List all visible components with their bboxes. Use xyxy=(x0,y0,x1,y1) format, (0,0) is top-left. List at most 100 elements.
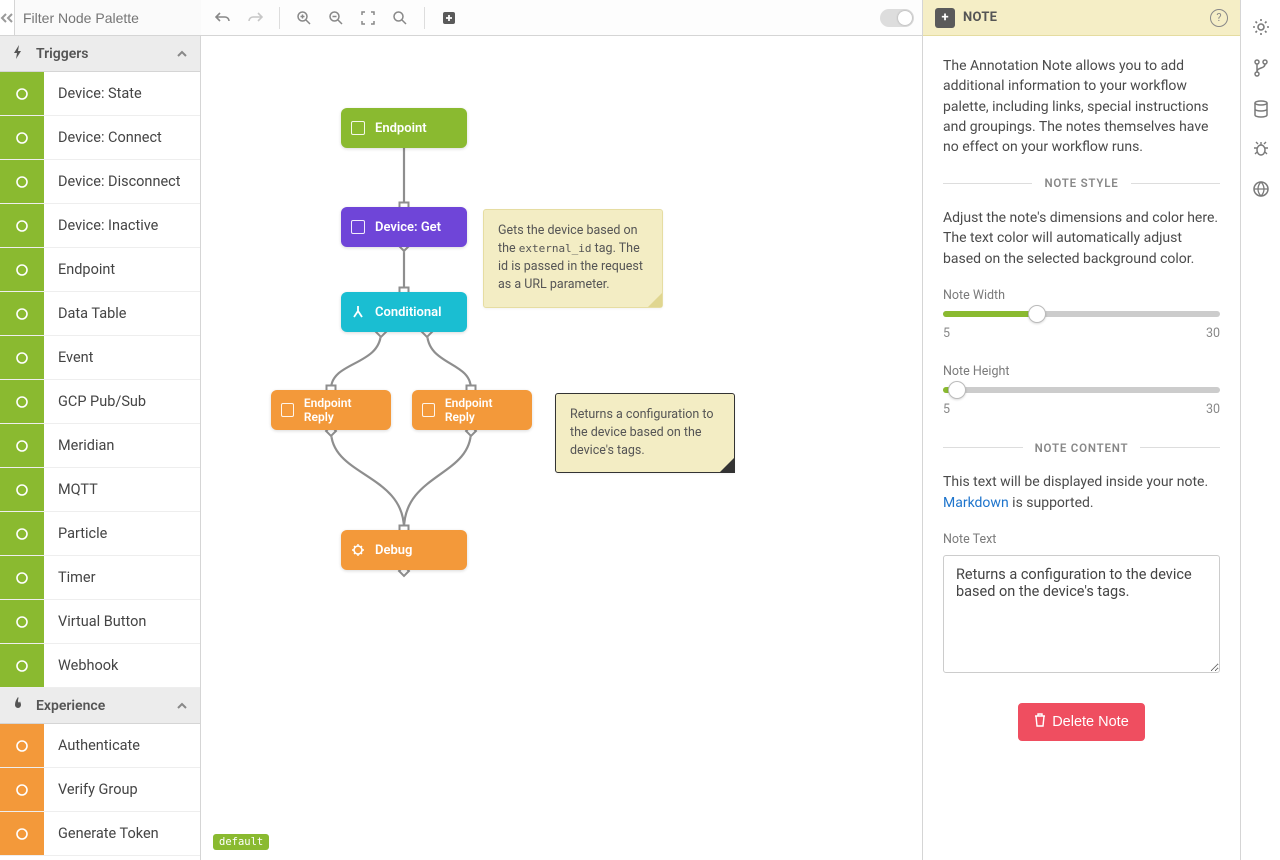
note-height-slider[interactable] xyxy=(943,387,1220,393)
delete-note-button[interactable]: Delete Note xyxy=(1018,703,1145,741)
palette-item-label: Endpoint xyxy=(44,248,129,291)
palette-item-icon xyxy=(0,380,44,423)
node-label: Device: Get xyxy=(375,220,441,235)
redo-button[interactable] xyxy=(241,4,269,32)
node-endpoint-reply-left[interactable]: Endpoint Reply xyxy=(271,390,391,430)
globe-icon[interactable] xyxy=(1252,180,1270,203)
markdown-link[interactable]: Markdown xyxy=(943,495,1009,511)
section-label: Experience xyxy=(36,698,105,714)
sticky-note-device[interactable]: Gets the device based on the external_id… xyxy=(483,209,663,308)
palette-item-icon xyxy=(0,724,44,767)
palette-item-icon xyxy=(0,292,44,335)
palette-item-label: Device: Disconnect xyxy=(44,160,194,203)
palette-item[interactable]: Authenticate xyxy=(0,724,200,768)
palette-item[interactable]: Event xyxy=(0,336,200,380)
node-conditional[interactable]: Conditional xyxy=(341,292,467,332)
palette-item-label: MQTT xyxy=(44,468,112,511)
node-label: Endpoint Reply xyxy=(304,396,377,424)
palette-item-label: Webhook xyxy=(44,644,132,687)
palette-item[interactable]: Meridian xyxy=(0,424,200,468)
node-label: Conditional xyxy=(375,305,442,320)
properties-panel: + NOTE ? The Annotation Note allows you … xyxy=(922,0,1240,860)
node-endpoint-reply-right[interactable]: Endpoint Reply xyxy=(412,390,532,430)
palette-item-icon xyxy=(0,204,44,247)
palette-item[interactable]: GCP Pub/Sub xyxy=(0,380,200,424)
palette-item-label: Particle xyxy=(44,512,121,555)
canvas-toggle[interactable] xyxy=(880,9,914,27)
undo-button[interactable] xyxy=(209,4,237,32)
node-endpoint[interactable]: Endpoint xyxy=(341,108,467,148)
help-button[interactable]: ? xyxy=(1210,9,1228,27)
palette-item-icon xyxy=(0,812,44,855)
section-heading: NOTE CONTENT xyxy=(1023,440,1141,457)
default-badge: default xyxy=(213,834,269,850)
node-debug[interactable]: Debug xyxy=(341,530,467,570)
palette-item[interactable]: Device: State xyxy=(0,72,200,116)
panel-title: NOTE xyxy=(963,10,997,25)
style-description: Adjust the note's dimensions and color h… xyxy=(943,208,1220,269)
palette-item-icon xyxy=(0,512,44,555)
palette-item[interactable]: Generate Token xyxy=(0,812,200,856)
zoom-fit-button[interactable] xyxy=(354,4,382,32)
node-label: Endpoint Reply xyxy=(445,396,518,424)
palette-item-label: Event xyxy=(44,336,107,379)
palette-item[interactable]: Timer xyxy=(0,556,200,600)
palette-item[interactable]: MQTT xyxy=(0,468,200,512)
note-height-label: Note Height xyxy=(943,363,1220,381)
palette-item-label: Generate Token xyxy=(44,812,173,855)
palette-item[interactable]: Device: Disconnect xyxy=(0,160,200,204)
palette-item-label: Device: Inactive xyxy=(44,204,172,247)
palette-item-label: Virtual Button xyxy=(44,600,160,643)
gear-icon[interactable] xyxy=(1252,18,1270,41)
note-text-input[interactable] xyxy=(943,555,1220,673)
node-palette: Triggers Device: StateDevice: ConnectDev… xyxy=(0,0,201,860)
node-icon xyxy=(422,403,435,417)
palette-item-icon xyxy=(0,72,44,115)
palette-item[interactable]: Particle xyxy=(0,512,200,556)
palette-item[interactable]: Virtual Button xyxy=(0,600,200,644)
palette-item[interactable]: Device: Inactive xyxy=(0,204,200,248)
palette-item[interactable]: Endpoint xyxy=(0,248,200,292)
add-icon: + xyxy=(935,8,955,28)
branch-icon[interactable] xyxy=(1253,59,1269,82)
section-label: Triggers xyxy=(36,46,89,62)
palette-search-input[interactable] xyxy=(15,0,212,35)
bug-icon[interactable] xyxy=(1252,141,1270,162)
note-width-label: Note Width xyxy=(943,287,1220,305)
chevron-up-icon xyxy=(176,46,188,62)
palette-item-icon xyxy=(0,424,44,467)
zoom-in-button[interactable] xyxy=(290,4,318,32)
palette-item-icon xyxy=(0,468,44,511)
node-icon xyxy=(351,543,365,557)
section-heading: NOTE STYLE xyxy=(1032,175,1130,192)
zoom-reset-button[interactable] xyxy=(386,4,414,32)
note-width-slider[interactable] xyxy=(943,311,1220,317)
node-icon xyxy=(351,305,365,319)
palette-item-icon xyxy=(0,556,44,599)
palette-item-icon xyxy=(0,116,44,159)
sticky-note-config[interactable]: Returns a configuration to the device ba… xyxy=(555,393,735,473)
workflow-canvas[interactable]: Endpoint Device: Get Conditional Endpoin… xyxy=(201,36,922,860)
content-description: This text will be displayed inside your … xyxy=(943,472,1220,513)
palette-item[interactable]: Verify Group xyxy=(0,768,200,812)
database-icon[interactable] xyxy=(1253,100,1269,123)
palette-item-label: Data Table xyxy=(44,292,140,335)
node-device-get[interactable]: Device: Get xyxy=(341,207,467,247)
bolt-icon xyxy=(12,45,28,63)
palette-item[interactable]: Data Table xyxy=(0,292,200,336)
palette-item-label: Timer xyxy=(44,556,110,599)
node-icon xyxy=(281,403,294,417)
section-header-triggers[interactable]: Triggers xyxy=(0,36,200,72)
palette-item-icon xyxy=(0,336,44,379)
node-icon xyxy=(351,220,365,234)
node-icon xyxy=(351,121,365,135)
palette-item-icon xyxy=(0,644,44,687)
panel-intro: The Annotation Note allows you to add ad… xyxy=(943,56,1220,157)
palette-item[interactable]: Device: Connect xyxy=(0,116,200,160)
zoom-out-button[interactable] xyxy=(322,4,350,32)
section-header-experience[interactable]: Experience xyxy=(0,688,200,724)
palette-item-icon xyxy=(0,248,44,291)
add-note-button[interactable] xyxy=(435,4,463,32)
collapse-sidebar-button[interactable] xyxy=(0,0,15,35)
palette-item[interactable]: Webhook xyxy=(0,644,200,688)
